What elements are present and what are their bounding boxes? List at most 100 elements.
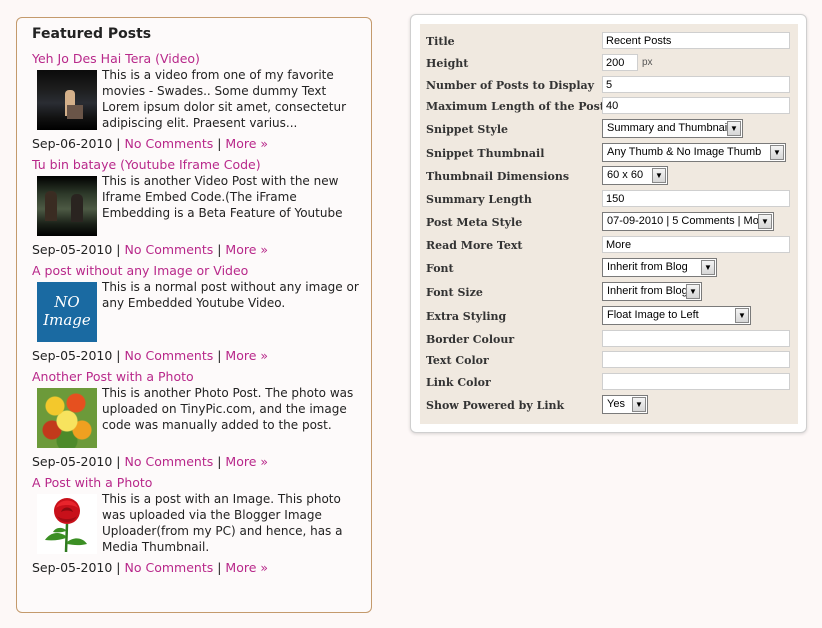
meta-separator: | (217, 136, 222, 151)
post-title-link[interactable]: Yeh Jo Des Hai Tera (Video) (32, 51, 364, 67)
font-size-select[interactable]: Inherit from Blog ▼ (602, 282, 702, 301)
post-meta: Sep-05-2010 | No Comments | More » (32, 454, 268, 470)
setting-label: Read More Text (426, 239, 523, 252)
comments-link[interactable]: No Comments (125, 136, 214, 151)
setting-label: Border Colour (426, 333, 515, 346)
setting-thumb-dims-row: Thumbnail Dimensions 60 x 60 ▼ (420, 166, 798, 188)
rose-icon (45, 498, 87, 553)
setting-label: Thumbnail Dimensions (426, 170, 570, 183)
setting-font-row: Font Inherit from Blog ▼ (420, 258, 798, 280)
select-value: Any Thumb & No Image Thumb (607, 146, 762, 158)
dropdown-arrow-icon: ▼ (735, 308, 749, 323)
setting-label: Text Color (426, 354, 489, 367)
more-link[interactable]: More » (225, 454, 268, 469)
comments-link[interactable]: No Comments (125, 454, 214, 469)
summary-length-input[interactable]: 150 (602, 190, 790, 207)
select-value: Yes (607, 398, 625, 410)
title-input[interactable]: Recent Posts (602, 32, 790, 49)
post-date: Sep-05-2010 (32, 560, 113, 575)
setting-label: Extra Styling (426, 310, 507, 323)
post-meta: Sep-05-2010 | No Comments | More » (32, 348, 268, 364)
snippet-thumbnail-select[interactable]: Any Thumb & No Image Thumb ▼ (602, 143, 786, 162)
rose-thumbnail[interactable] (37, 494, 97, 554)
more-link[interactable]: More » (225, 136, 268, 151)
read-more-text-input[interactable]: More (602, 236, 790, 253)
num-posts-input[interactable]: 5 (602, 76, 790, 93)
flowers-thumbnail[interactable] (37, 388, 97, 448)
setting-label: Font (426, 262, 454, 275)
setting-text-color-row: Text Color (420, 350, 798, 372)
comments-link[interactable]: No Comments (125, 242, 214, 257)
post-meta-style-select[interactable]: 07-09-2010 | 5 Comments | More ▼ (602, 212, 774, 231)
post-title-link[interactable]: Another Post with a Photo (32, 369, 364, 385)
no-image-text: Image (43, 311, 91, 329)
post-snippet: This is a post with an Image. This photo… (102, 492, 343, 554)
font-select[interactable]: Inherit from Blog ▼ (602, 258, 717, 277)
setting-title-row: Title Recent Posts (420, 31, 798, 53)
select-value: Summary and Thumbnail (607, 122, 730, 134)
post-item: Another Post with a Photo This is anothe… (32, 369, 364, 469)
post-item: Tu bin bataye (Youtube Iframe Code) This… (32, 157, 364, 257)
post-meta: Sep-06-2010 | No Comments | More » (32, 136, 268, 152)
setting-link-color-row: Link Color (420, 372, 798, 394)
meta-separator: | (116, 242, 121, 257)
thumbnail-dimensions-select[interactable]: 60 x 60 ▼ (602, 166, 668, 185)
comments-link[interactable]: No Comments (125, 348, 214, 363)
post-date: Sep-05-2010 (32, 348, 113, 363)
setting-max-title-row: Maximum Length of the Post Title 40 (420, 96, 798, 118)
dropdown-arrow-icon: ▼ (686, 284, 700, 299)
setting-summary-length-row: Summary Length 150 (420, 189, 798, 211)
setting-font-size-row: Font Size Inherit from Blog ▼ (420, 282, 798, 304)
video-thumbnail[interactable] (37, 70, 97, 130)
more-link[interactable]: More » (225, 560, 268, 575)
no-image-thumbnail[interactable]: NO Image (37, 282, 97, 342)
setting-read-more-row: Read More Text More (420, 235, 798, 257)
settings-form: Title Recent Posts Height 200 px Number … (420, 24, 798, 424)
post-title-link[interactable]: Tu bin bataye (Youtube Iframe Code) (32, 157, 364, 173)
link-color-input[interactable] (602, 373, 790, 390)
post-item: A post without any Image or Video NO Ima… (32, 263, 364, 363)
setting-powered-by-row: Show Powered by Link Yes ▼ (420, 395, 798, 417)
post-item: Yeh Jo Des Hai Tera (Video) This is a vi… (32, 51, 364, 151)
widget-title: Featured Posts (32, 26, 152, 42)
post-snippet: This is a video from one of my favorite … (102, 68, 347, 130)
meta-separator: | (217, 242, 222, 257)
comments-link[interactable]: No Comments (125, 560, 214, 575)
setting-extra-styling-row: Extra Styling Float Image to Left ▼ (420, 306, 798, 328)
dropdown-arrow-icon: ▼ (701, 260, 715, 275)
video-thumbnail[interactable] (37, 176, 97, 236)
dropdown-arrow-icon: ▼ (758, 214, 772, 229)
height-input[interactable]: 200 (602, 54, 638, 71)
meta-separator: | (116, 348, 121, 363)
setting-label: Post Meta Style (426, 216, 523, 229)
setting-num-posts-row: Number of Posts to Display 5 (420, 75, 798, 97)
setting-height-row: Height 200 px (420, 53, 798, 75)
more-link[interactable]: More » (225, 348, 268, 363)
extra-styling-select[interactable]: Float Image to Left ▼ (602, 306, 751, 325)
post-title-link[interactable]: A post without any Image or Video (32, 263, 364, 279)
text-color-input[interactable] (602, 351, 790, 368)
setting-label: Show Powered by Link (426, 399, 565, 412)
post-snippet: This is another Video Post with the new … (102, 174, 343, 220)
dropdown-arrow-icon: ▼ (727, 121, 741, 136)
border-colour-input[interactable] (602, 330, 790, 347)
meta-separator: | (217, 560, 222, 575)
setting-label: Number of Posts to Display (426, 79, 595, 92)
snippet-style-select[interactable]: Summary and Thumbnail ▼ (602, 119, 743, 138)
max-title-length-input[interactable]: 40 (602, 97, 790, 114)
setting-border-colour-row: Border Colour (420, 329, 798, 351)
post-snippet: This is a normal post without any image … (102, 280, 359, 310)
dropdown-arrow-icon: ▼ (652, 168, 666, 183)
powered-by-select[interactable]: Yes ▼ (602, 395, 648, 414)
height-unit: px (642, 57, 653, 68)
meta-separator: | (116, 136, 121, 151)
dropdown-arrow-icon: ▼ (770, 145, 784, 160)
post-title-link[interactable]: A Post with a Photo (32, 475, 364, 491)
post-item: A Post with a Photo This is a post with … (32, 475, 364, 575)
featured-posts-widget: Featured Posts Yeh Jo Des Hai Tera (Vide… (16, 17, 372, 613)
select-value: Float Image to Left (607, 309, 699, 321)
post-snippet: This is another Photo Post. The photo wa… (102, 386, 354, 432)
setting-label: Snippet Style (426, 123, 509, 136)
more-link[interactable]: More » (225, 242, 268, 257)
no-image-text: NO (54, 293, 80, 311)
